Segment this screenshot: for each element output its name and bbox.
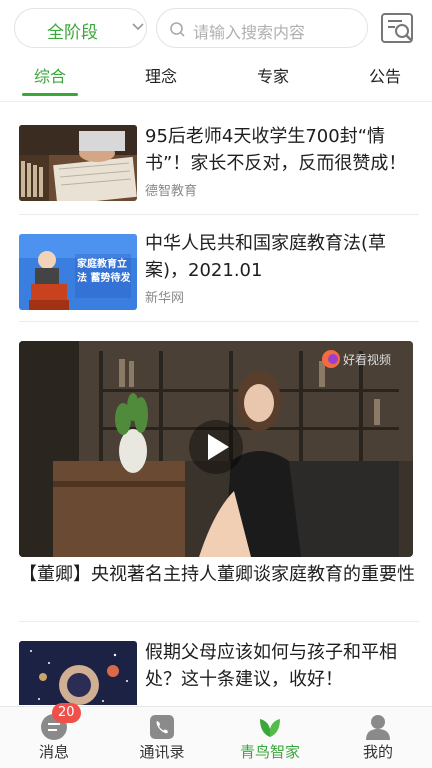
leaf-icon — [260, 719, 280, 737]
divider — [19, 214, 419, 215]
phone-icon — [150, 715, 174, 739]
article-title: 假期父母应该如何与孩子和平相处？这十条建议，收好！ — [145, 642, 397, 690]
nav-label: 我的 — [362, 743, 393, 761]
article-thumbnail: 家庭教育立法 蓄势待发 — [19, 234, 137, 310]
bottom-navigation: 20 消息 通讯录 青鸟智家 我的 — [0, 703, 432, 768]
divider — [19, 321, 419, 322]
tab-comprehensive[interactable]: 综合 — [10, 60, 90, 100]
user-icon — [366, 715, 390, 740]
tab-label: 专家 — [256, 67, 289, 86]
search-placeholder: 请输入搜索内容 — [193, 23, 306, 42]
article-title: 中华人民共和国家庭教育法(草案)，2021.01 — [145, 233, 387, 281]
video-title[interactable]: 【董卿】央视著名主持人董卿谈家庭教育的重要性 — [19, 561, 419, 589]
nav-label: 消息 — [38, 743, 69, 761]
stage-select-label: 全阶段 — [47, 23, 98, 43]
tab-label: 综合 — [33, 67, 66, 86]
svg-text:好看视频: 好看视频 — [343, 352, 391, 367]
stage-select[interactable]: 全阶段 — [14, 8, 147, 48]
unread-badge: 20 — [52, 703, 81, 723]
nav-label: 青鸟智家 — [239, 743, 300, 761]
video-thumbnail[interactable]: 好看视频 — [19, 341, 413, 557]
chevron-down-icon — [132, 23, 144, 31]
tab-experts[interactable]: 专家 — [233, 60, 313, 100]
article-thumbnail — [19, 641, 137, 705]
top-bar: 全阶段 请输入搜索内容 — [0, 0, 432, 58]
divider — [19, 621, 419, 622]
article-source: 新华网 — [145, 291, 185, 306]
search-input[interactable]: 请输入搜索内容 — [156, 8, 368, 48]
nav-profile[interactable]: 我的 — [324, 707, 432, 768]
article-thumbnail — [19, 125, 137, 201]
nav-contacts[interactable]: 通讯录 — [108, 707, 216, 768]
tab-label: 公告 — [368, 67, 401, 86]
news-feed: 95后老师4天收学生700封“情书”！家长不反对，反而很赞成！ 德智教育 家庭教… — [0, 103, 432, 705]
scan-search-icon[interactable] — [380, 10, 416, 46]
tab-label: 理念 — [144, 67, 177, 86]
thumbnail-caption: 家庭教育立法 蓄势待发 — [77, 259, 131, 284]
article-title: 95后老师4天收学生700封“情书”！家长不反对，反而很赞成！ — [145, 126, 407, 174]
tab-philosophy[interactable]: 理念 — [121, 60, 201, 100]
tab-announcements[interactable]: 公告 — [345, 60, 425, 100]
nav-qingniao[interactable]: 青鸟智家 — [216, 707, 324, 768]
active-tab-indicator — [22, 93, 78, 96]
nav-messages[interactable]: 20 消息 — [0, 703, 108, 768]
nav-label: 通讯录 — [139, 743, 185, 761]
search-icon — [170, 22, 185, 37]
category-tabs: 综合 理念 专家 公告 — [0, 60, 432, 102]
article-source: 德智教育 — [145, 184, 198, 199]
